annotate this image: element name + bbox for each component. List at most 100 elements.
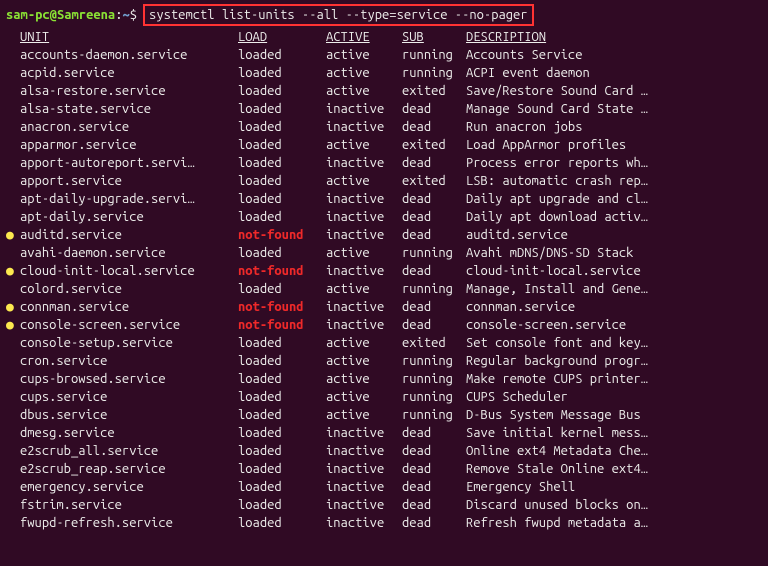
load-status: loaded [238, 496, 326, 514]
status-bullet-icon [6, 460, 20, 478]
load-status: loaded [238, 334, 326, 352]
sub-status: dead [402, 298, 466, 316]
unit-name: apt-daily-upgrade.servi… [20, 190, 238, 208]
service-row: e2scrub_reap.serviceloadedinactivedeadRe… [6, 460, 762, 478]
sub-status: running [402, 280, 466, 298]
service-row: cups-browsed.serviceloadedactiverunningM… [6, 370, 762, 388]
sub-status: running [402, 46, 466, 64]
service-row: fwupd-refresh.serviceloadedinactivedeadR… [6, 514, 762, 532]
active-status: inactive [326, 298, 402, 316]
load-status: loaded [238, 82, 326, 100]
description: Save/Restore Sound Card … [466, 82, 762, 100]
load-status: loaded [238, 172, 326, 190]
load-status: loaded [238, 46, 326, 64]
unit-name: console-setup.service [20, 334, 238, 352]
unit-name: connman.service [20, 298, 238, 316]
service-row: console-setup.serviceloadedactiveexitedS… [6, 334, 762, 352]
table-header: UNIT LOAD ACTIVE SUB DESCRIPTION [6, 28, 762, 46]
load-status: loaded [238, 370, 326, 388]
active-status: active [326, 64, 402, 82]
active-status: active [326, 46, 402, 64]
unit-name: cron.service [20, 352, 238, 370]
description: Set console font and key… [466, 334, 762, 352]
service-row: colord.serviceloadedactiverunningManage,… [6, 280, 762, 298]
prompt-line: sam-pc@Samreena:~$ systemctl list-units … [6, 4, 762, 26]
unit-name: avahi-daemon.service [20, 244, 238, 262]
status-bullet-icon: ● [6, 262, 20, 280]
active-status: inactive [326, 442, 402, 460]
status-bullet-icon [6, 388, 20, 406]
active-status: active [326, 334, 402, 352]
sub-status: exited [402, 172, 466, 190]
sub-status: dead [402, 118, 466, 136]
description: Refresh fwupd metadata a… [466, 514, 762, 532]
description: Avahi mDNS/DNS-SD Stack [466, 244, 762, 262]
status-bullet-icon [6, 478, 20, 496]
sub-status: dead [402, 262, 466, 280]
description: ACPI event daemon [466, 64, 762, 82]
description: Process error reports wh… [466, 154, 762, 172]
active-status: inactive [326, 262, 402, 280]
active-status: active [326, 280, 402, 298]
description: Remove Stale Online ext4… [466, 460, 762, 478]
status-bullet-icon [6, 334, 20, 352]
service-row: cups.serviceloadedactiverunningCUPS Sche… [6, 388, 762, 406]
service-row: apt-daily.serviceloadedinactivedeadDaily… [6, 208, 762, 226]
description: Manage, Install and Gene… [466, 280, 762, 298]
active-status: active [326, 388, 402, 406]
load-status: loaded [238, 460, 326, 478]
status-bullet-icon [6, 118, 20, 136]
active-status: inactive [326, 208, 402, 226]
description: cloud-init-local.service [466, 262, 762, 280]
unit-name: e2scrub_reap.service [20, 460, 238, 478]
load-status: not-found [238, 316, 326, 334]
description: Load AppArmor profiles [466, 136, 762, 154]
service-row: ●cloud-init-local.servicenot-foundinacti… [6, 262, 762, 280]
unit-name: console-screen.service [20, 316, 238, 334]
load-status: loaded [238, 280, 326, 298]
load-status: loaded [238, 514, 326, 532]
status-bullet-icon: ● [6, 226, 20, 244]
load-status: loaded [238, 388, 326, 406]
status-bullet-icon [6, 190, 20, 208]
unit-name: acpid.service [20, 64, 238, 82]
sub-status: dead [402, 100, 466, 118]
description: Daily apt download activ… [466, 208, 762, 226]
service-list: accounts-daemon.serviceloadedactiverunni… [6, 46, 762, 532]
service-row: ●auditd.servicenot-foundinactivedeadaudi… [6, 226, 762, 244]
sub-status: exited [402, 334, 466, 352]
prompt-colon: : [115, 6, 122, 24]
service-row: e2scrub_all.serviceloadedinactivedeadOnl… [6, 442, 762, 460]
service-row: fstrim.serviceloadedinactivedeadDiscard … [6, 496, 762, 514]
sub-status: dead [402, 478, 466, 496]
sub-status: dead [402, 460, 466, 478]
status-bullet-icon [6, 208, 20, 226]
status-bullet-icon [6, 406, 20, 424]
command-text[interactable]: systemctl list-units --all --type=servic… [149, 8, 528, 22]
active-status: inactive [326, 496, 402, 514]
header-unit: UNIT [20, 28, 238, 46]
load-status: loaded [238, 244, 326, 262]
description: Daily apt upgrade and cl… [466, 190, 762, 208]
description: console-screen.service [466, 316, 762, 334]
load-status: loaded [238, 208, 326, 226]
load-status: loaded [238, 478, 326, 496]
status-bullet-icon [6, 46, 20, 64]
load-status: loaded [238, 190, 326, 208]
sub-status: dead [402, 496, 466, 514]
unit-name: cups.service [20, 388, 238, 406]
active-status: inactive [326, 460, 402, 478]
service-row: dmesg.serviceloadedinactivedeadSave init… [6, 424, 762, 442]
active-status: inactive [326, 226, 402, 244]
description: auditd.service [466, 226, 762, 244]
description: Save initial kernel mess… [466, 424, 762, 442]
prompt-dollar: $ [130, 6, 137, 24]
load-status: loaded [238, 154, 326, 172]
active-status: inactive [326, 424, 402, 442]
active-status: inactive [326, 190, 402, 208]
active-status: inactive [326, 514, 402, 532]
prompt-path: ~ [122, 6, 129, 24]
command-highlight-box: systemctl list-units --all --type=servic… [143, 4, 534, 26]
active-status: active [326, 352, 402, 370]
load-status: loaded [238, 406, 326, 424]
